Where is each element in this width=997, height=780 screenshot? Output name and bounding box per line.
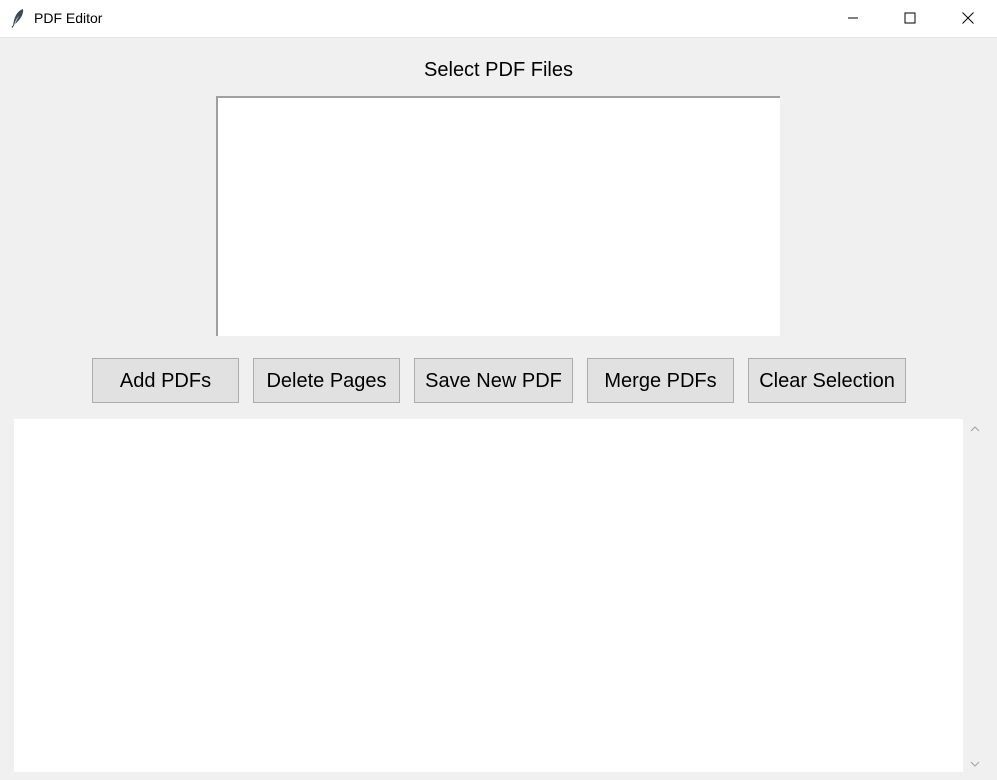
minimize-icon: [847, 12, 859, 24]
clear-selection-button[interactable]: Clear Selection: [748, 358, 906, 403]
add-pdfs-button[interactable]: Add PDFs: [92, 358, 239, 403]
chevron-down-icon: [970, 754, 980, 772]
save-new-pdf-button[interactable]: Save New PDF: [414, 358, 573, 403]
pdf-file-listbox[interactable]: [216, 96, 780, 336]
scroll-down-button[interactable]: [963, 754, 987, 772]
merge-pdfs-button[interactable]: Merge PDFs: [587, 358, 734, 403]
vertical-scrollbar[interactable]: [963, 419, 987, 772]
maximize-button[interactable]: [881, 0, 939, 36]
delete-pages-button[interactable]: Delete Pages: [253, 358, 400, 403]
feather-icon: [11, 8, 25, 28]
app-window: PDF Editor Select PDF Files Add PDFs Del…: [0, 0, 997, 780]
output-text-area[interactable]: [14, 419, 963, 772]
close-button[interactable]: [939, 0, 997, 36]
select-pdf-files-label: Select PDF Files: [424, 59, 573, 81]
close-icon: [962, 12, 974, 24]
window-title: PDF Editor: [34, 10, 103, 26]
title-bar[interactable]: PDF Editor: [0, 0, 997, 38]
chevron-up-icon: [970, 419, 980, 437]
maximize-icon: [904, 12, 916, 24]
minimize-button[interactable]: [824, 0, 882, 36]
scroll-up-button[interactable]: [963, 419, 987, 437]
